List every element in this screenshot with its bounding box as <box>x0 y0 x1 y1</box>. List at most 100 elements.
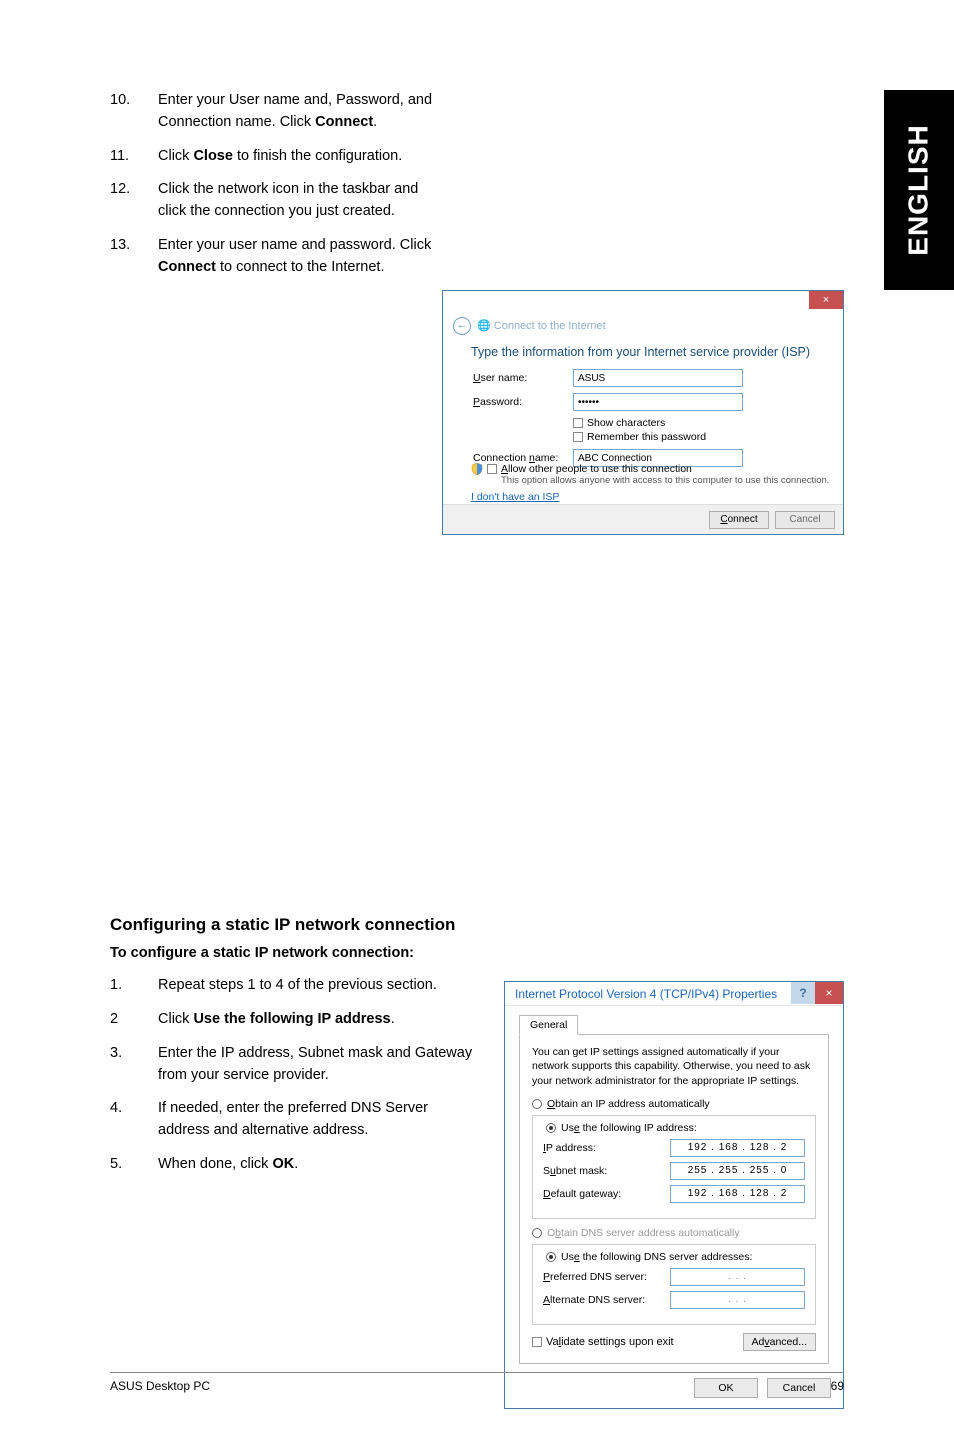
tab-general[interactable]: General <box>519 1015 578 1035</box>
step-text: Enter the IP address, Subnet mask and Ga… <box>158 1043 480 1087</box>
step-number: 11. <box>110 146 158 168</box>
radio-icon <box>546 1252 556 1262</box>
label-rest: assword: <box>480 396 522 408</box>
obtain-dns-radio: Obtain DNS server address automatically <box>532 1227 816 1239</box>
text-run: When done, click <box>158 1156 272 1172</box>
bold-run: Close <box>193 148 233 164</box>
preferred-dns-input[interactable]: . . . <box>670 1268 805 1286</box>
username-input[interactable] <box>573 369 743 387</box>
footer-left: ASUS Desktop PC <box>110 1379 210 1393</box>
footer-page-number: 69 <box>831 1379 844 1393</box>
step-number: 1. <box>110 975 158 997</box>
radio-label: Obtain an IP address automatically <box>547 1098 710 1110</box>
close-icon[interactable]: × <box>809 291 843 309</box>
default-gateway-input[interactable]: 192 . 168 . 128 . 2 <box>670 1185 805 1203</box>
step-number: 10. <box>110 90 158 134</box>
step-text: When done, click OK. <box>158 1154 480 1176</box>
checkbox-icon <box>573 432 583 442</box>
close-icon[interactable]: × <box>815 982 843 1004</box>
subnet-mask-label: Subnet mask: <box>543 1165 670 1177</box>
language-tab: ENGLISH <box>884 90 954 290</box>
text-run: Enter your User name and, Password, and … <box>158 92 432 130</box>
bold-run: Connect <box>315 114 373 130</box>
bold-run: OK <box>272 1156 294 1172</box>
dns-group: Use the following DNS server addresses: … <box>532 1244 816 1325</box>
text-run: to finish the configuration. <box>233 148 402 164</box>
alternate-dns-input[interactable]: . . . <box>670 1291 805 1309</box>
bold-run: Connect <box>158 259 216 275</box>
radio-label: Use the following DNS server addresses: <box>561 1251 752 1263</box>
connect-button[interactable]: Connect <box>709 511 769 529</box>
validate-checkbox[interactable]: Validate settings upon exit <box>546 1336 674 1348</box>
password-label: Password: <box>473 396 573 408</box>
password-input[interactable] <box>573 393 743 411</box>
dialog-title-text: Internet Protocol Version 4 (TCP/IPv4) P… <box>515 987 777 1001</box>
step-number: 3. <box>110 1043 158 1087</box>
show-characters-checkbox[interactable]: Show characters <box>573 417 813 429</box>
step-number: 13. <box>110 235 158 279</box>
step-text: If needed, enter the preferred DNS Serve… <box>158 1098 480 1142</box>
steps-list-bottom: 1. Repeat steps 1 to 4 of the previous s… <box>110 975 480 1187</box>
checkbox-label: Show characters <box>587 417 665 429</box>
cancel-button[interactable]: Cancel <box>775 511 835 529</box>
obtain-ip-radio[interactable]: Obtain an IP address automatically <box>532 1098 816 1110</box>
dialog-button-bar: Connect Cancel <box>443 504 843 534</box>
radio-icon <box>532 1099 542 1109</box>
text-run: Click <box>158 148 193 164</box>
step-13: 13. Enter your user name and password. C… <box>110 235 450 279</box>
section-heading: Configuring a static IP network connecti… <box>110 915 844 935</box>
step-3: 3. Enter the IP address, Subnet mask and… <box>110 1043 480 1087</box>
page-footer: ASUS Desktop PC 69 <box>110 1372 844 1393</box>
checkbox-label: Allow other people to use this connectio… <box>501 463 692 475</box>
ip-address-input[interactable]: 192 . 168 . 128 . 2 <box>670 1139 805 1157</box>
radio-icon <box>546 1123 556 1133</box>
use-dns-radio[interactable]: Use the following DNS server addresses: <box>543 1251 755 1263</box>
dialog-heading: Type the information from your Internet … <box>471 345 810 359</box>
checkbox-icon <box>487 464 497 474</box>
language-tab-label: ENGLISH <box>903 124 935 255</box>
step-text: Click Close to finish the configuration. <box>158 146 450 168</box>
radio-label: Use the following IP address: <box>561 1122 697 1134</box>
preferred-dns-label: Preferred DNS server: <box>543 1271 670 1283</box>
remember-password-checkbox[interactable]: Remember this password <box>573 431 813 443</box>
ipv4-properties-dialog: Internet Protocol Version 4 (TCP/IPv4) P… <box>504 981 844 1409</box>
radio-icon <box>532 1228 542 1238</box>
step-10: 10. Enter your User name and, Password, … <box>110 90 450 134</box>
breadcrumb: 🌐 Connect to the Internet <box>477 319 606 332</box>
text-run: Click <box>158 1011 193 1027</box>
panel-description: You can get IP settings assigned automat… <box>532 1045 816 1088</box>
help-icon[interactable]: ? <box>791 982 815 1004</box>
step-number: 4. <box>110 1098 158 1142</box>
text-run: to connect to the Internet. <box>216 259 384 275</box>
step-text: Enter your User name and, Password, and … <box>158 90 450 134</box>
no-isp-link[interactable]: I don't have an ISP <box>471 491 559 503</box>
step-text: Enter your user name and password. Click… <box>158 235 450 279</box>
dialog-titlebar: × <box>443 291 843 313</box>
connect-internet-dialog: × ← 🌐 Connect to the Internet Type the i… <box>442 290 844 535</box>
ip-group: Use the following IP address: IP address… <box>532 1115 816 1219</box>
text-run: . <box>294 1156 298 1172</box>
general-panel: You can get IP settings assigned automat… <box>519 1034 829 1364</box>
back-icon[interactable]: ← <box>453 317 471 335</box>
subnet-mask-input[interactable]: 255 . 255 . 255 . 0 <box>670 1162 805 1180</box>
default-gateway-label: Default gateway: <box>543 1188 670 1200</box>
alternate-dns-label: Alternate DNS server: <box>543 1294 670 1306</box>
breadcrumb-text: Connect to the Internet <box>494 320 606 332</box>
bold-run: Use the following IP address <box>193 1011 390 1027</box>
step-text: Repeat steps 1 to 4 of the previous sect… <box>158 975 480 997</box>
shield-icon <box>471 463 483 475</box>
step-12: 12. Click the network icon in the taskba… <box>110 179 450 223</box>
use-ip-radio[interactable]: Use the following IP address: <box>543 1122 700 1134</box>
allow-others-description: This option allows anyone with access to… <box>501 475 829 486</box>
ip-address-label: IP address: <box>543 1142 670 1154</box>
advanced-button[interactable]: Advanced... <box>743 1333 816 1351</box>
step-number: 2 <box>110 1009 158 1031</box>
step-1: 1. Repeat steps 1 to 4 of the previous s… <box>110 975 480 997</box>
step-text: Click Use the following IP address. <box>158 1009 480 1031</box>
step-text: Click the network icon in the taskbar an… <box>158 179 450 223</box>
allow-others-checkbox[interactable]: Allow other people to use this connectio… <box>471 463 692 475</box>
step-number: 12. <box>110 179 158 223</box>
username-label: User name: <box>473 372 573 384</box>
label-rest: ser name: <box>481 372 528 384</box>
steps-list-top: 10. Enter your User name and, Password, … <box>110 90 450 290</box>
